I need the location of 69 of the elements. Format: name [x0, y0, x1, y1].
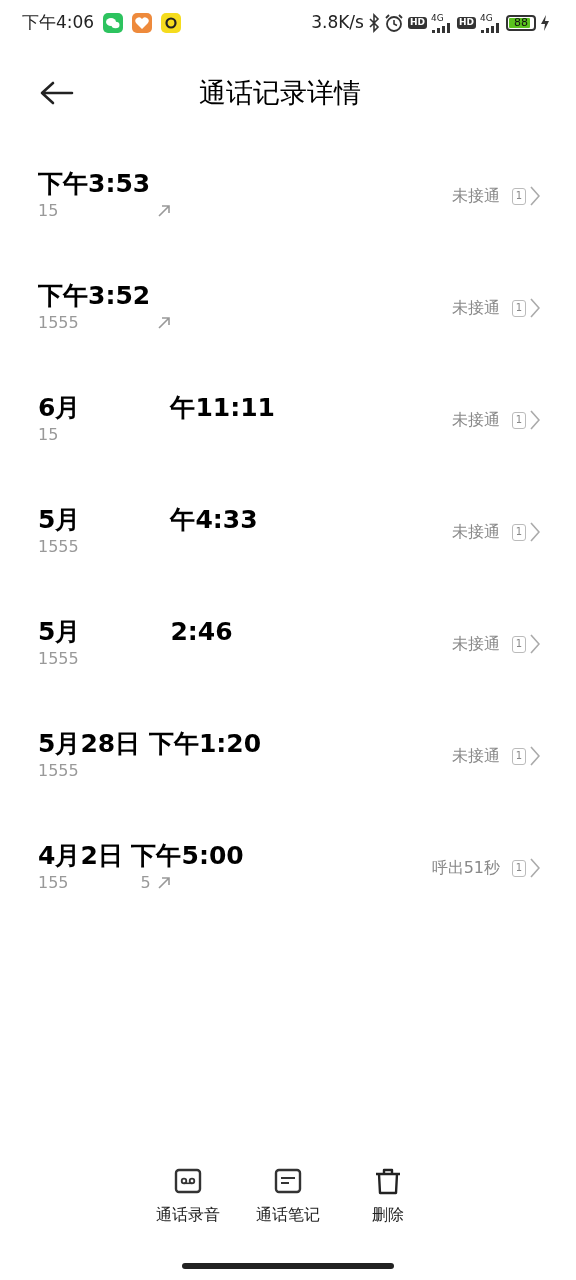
- phone-number: 15: [38, 200, 59, 222]
- call-result: 未接通: [452, 521, 500, 543]
- chevron-right-icon: [530, 298, 540, 318]
- call-row[interactable]: 5月 午4:33 1555 未接通 1: [0, 476, 576, 588]
- call-time: 下午3:52: [38, 281, 151, 311]
- call-time: 5月: [38, 505, 81, 535]
- chat-app-icon: [103, 13, 124, 33]
- call-time: 5月28日 下午1:20: [38, 729, 262, 759]
- call-result: 呼出51秒: [431, 857, 500, 879]
- note-button[interactable]: 通话笔记: [238, 1168, 338, 1227]
- hd-badge: HD: [457, 17, 476, 29]
- phone-number: 155: [38, 872, 69, 894]
- call-result: 未接通: [452, 745, 500, 767]
- call-time: 4月2日 下午5:00: [38, 841, 244, 871]
- back-button[interactable]: [40, 81, 74, 105]
- call-time: 午4:33: [170, 505, 258, 535]
- delete-button[interactable]: 删除: [338, 1168, 438, 1227]
- chevron-right-icon: [530, 634, 540, 654]
- sim-badge: 1: [512, 859, 526, 877]
- phone-number: 1555: [38, 536, 79, 558]
- note-icon: [274, 1168, 302, 1195]
- phone-number: 1555: [38, 648, 79, 670]
- call-result: 未接通: [452, 297, 500, 319]
- signal-icon: [431, 22, 453, 33]
- phone-number: 5: [140, 872, 151, 894]
- call-row[interactable]: 下午3:52 1555 未接通 1: [0, 252, 576, 364]
- call-result: 未接通: [452, 185, 500, 207]
- heart-app-icon: [132, 13, 153, 33]
- alarm-icon: [383, 13, 404, 33]
- page-title: 通话记录详情: [198, 75, 362, 110]
- phone-number: 1555: [38, 760, 79, 782]
- sim-badge: 1: [512, 635, 526, 653]
- call-time: 午11:11: [170, 393, 275, 423]
- battery-level: 88: [513, 16, 529, 30]
- sim-badge: 1: [512, 523, 526, 541]
- phone-number: 1555: [38, 312, 79, 334]
- chevron-right-icon: [530, 746, 540, 766]
- recording-button[interactable]: 通话录音: [138, 1168, 238, 1227]
- call-row[interactable]: 5月28日 下午1:20 1555 未接通 1: [0, 700, 576, 812]
- ring-app-icon: [161, 13, 182, 33]
- call-row[interactable]: 4月2日 下午5:00 155 5 呼出51秒 1: [0, 812, 576, 924]
- sim-badge: 1: [512, 187, 526, 205]
- call-time: 6月: [38, 393, 81, 423]
- call-row[interactable]: 下午3:53 15 未接通 1: [0, 140, 576, 252]
- sim-badge: 1: [512, 299, 526, 317]
- call-result: 未接通: [452, 633, 500, 655]
- bluetooth-icon: [367, 13, 380, 33]
- network-speed: 3.8K/s: [311, 11, 364, 35]
- status-time: 下午4:06: [22, 11, 95, 35]
- chevron-right-icon: [530, 858, 540, 878]
- call-row[interactable]: 5月 2:46 1555 未接通 1: [0, 588, 576, 700]
- network-type: 4G: [480, 13, 493, 23]
- call-time: 下午3:53: [38, 169, 151, 199]
- call-time: 2:46: [170, 617, 233, 647]
- sim-badge: 1: [512, 747, 526, 765]
- back-arrow-icon: [40, 81, 74, 105]
- recording-icon: [174, 1168, 202, 1195]
- trash-icon: [374, 1168, 402, 1195]
- chevron-right-icon: [530, 186, 540, 206]
- chevron-right-icon: [530, 522, 540, 542]
- network-type: 4G: [431, 13, 444, 23]
- phone-number: 15: [38, 424, 59, 446]
- call-result: 未接通: [452, 409, 500, 431]
- sim-badge: 1: [512, 411, 526, 429]
- call-time: 5月: [38, 617, 81, 647]
- chevron-right-icon: [530, 410, 540, 430]
- call-row[interactable]: 6月 午11:11 15 未接通 1: [0, 364, 576, 476]
- signal-icon: [480, 22, 502, 33]
- hd-badge: HD: [407, 17, 427, 29]
